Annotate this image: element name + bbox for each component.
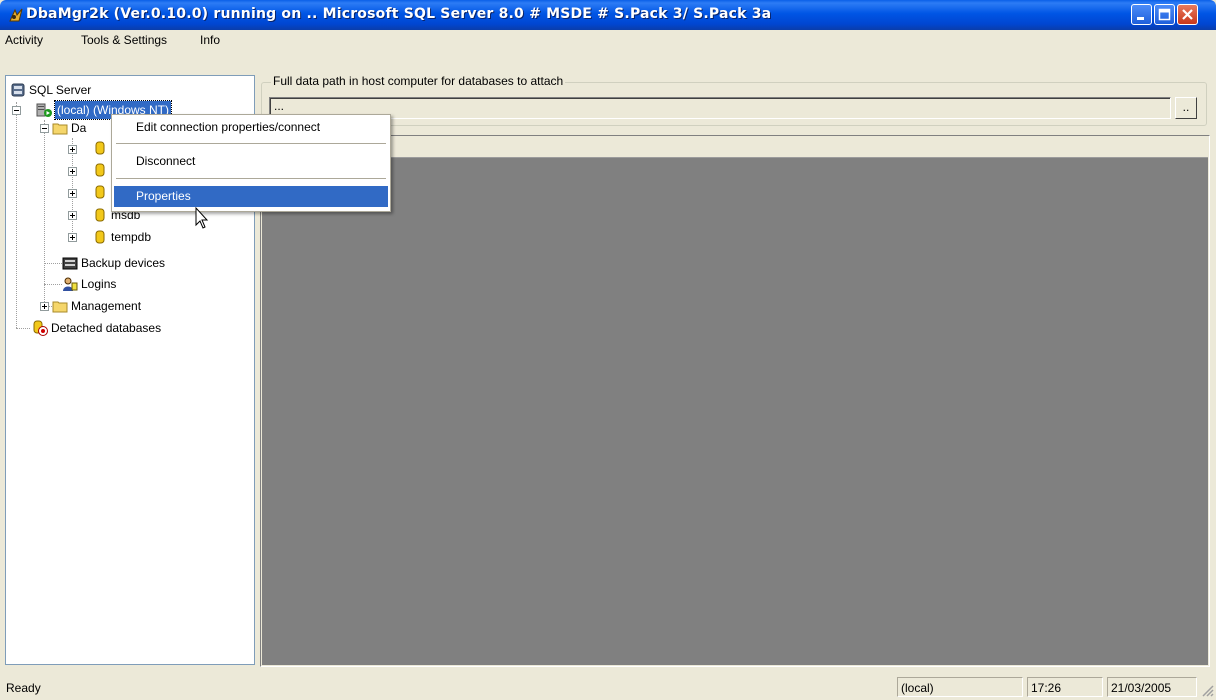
database-icon (95, 208, 105, 222)
window-title: DbaMgr2k (Ver.0.10.0) running on .. Micr… (26, 6, 772, 22)
status-date: 21/03/2005 (1107, 677, 1197, 697)
close-button[interactable] (1177, 4, 1198, 25)
server-running-icon (36, 103, 52, 117)
status-bar: Ready (local) 17:26 21/03/2005 (0, 675, 1216, 700)
management-expand-toggle[interactable] (40, 302, 49, 311)
workspace-header (262, 137, 1208, 158)
app-icon (9, 8, 23, 22)
db-expand-toggle[interactable] (68, 145, 77, 154)
menu-bar: Activity Tools & Settings Info (0, 30, 1216, 50)
status-text: Ready (6, 681, 41, 695)
backup-device-icon (62, 257, 78, 270)
resize-grip-icon[interactable] (1200, 683, 1214, 697)
minimize-button[interactable] (1131, 4, 1152, 25)
tempdb-expand-toggle[interactable] (68, 233, 77, 242)
menu-separator (116, 143, 386, 144)
logins-icon (63, 277, 78, 291)
msdb-expand-toggle[interactable] (68, 211, 77, 220)
status-server: (local) (897, 677, 1023, 697)
mouse-cursor-icon (195, 207, 209, 229)
database-icon (95, 141, 105, 155)
menu-tools-settings[interactable]: Tools & Settings (81, 33, 167, 47)
sql-server-icon (11, 83, 25, 97)
menu-edit-connection[interactable]: Edit connection properties/connect (114, 117, 388, 138)
maximize-icon (1158, 8, 1171, 21)
title-bar[interactable]: DbaMgr2k (Ver.0.10.0) running on .. Micr… (0, 0, 1216, 30)
browse-button[interactable]: .. (1175, 97, 1197, 119)
server-collapse-toggle[interactable] (12, 106, 21, 115)
database-icon (95, 230, 105, 244)
data-path-group-title: Full data path in host computer for data… (271, 74, 566, 88)
status-time: 17:26 (1027, 677, 1103, 697)
menu-activity[interactable]: Activity (5, 33, 43, 47)
close-icon (1182, 9, 1193, 20)
folder-icon (52, 123, 68, 135)
folder-icon (52, 301, 68, 313)
context-menu: Edit connection properties/connect Disco… (111, 114, 391, 212)
database-icon (95, 163, 105, 177)
minimize-icon (1137, 17, 1144, 20)
db-expand-toggle[interactable] (68, 189, 77, 198)
db-expand-toggle[interactable] (68, 167, 77, 176)
maximize-button[interactable] (1154, 4, 1175, 25)
detached-database-icon (33, 320, 48, 336)
menu-disconnect[interactable]: Disconnect (114, 151, 388, 172)
data-path-field[interactable]: ... (269, 97, 1171, 119)
workspace-area[interactable] (262, 158, 1208, 665)
menu-separator (116, 178, 386, 179)
databases-collapse-toggle[interactable] (40, 124, 49, 133)
menu-properties[interactable]: Properties (114, 186, 388, 207)
database-icon (95, 185, 105, 199)
menu-info[interactable]: Info (200, 33, 220, 47)
data-path-value: ... (274, 99, 285, 113)
